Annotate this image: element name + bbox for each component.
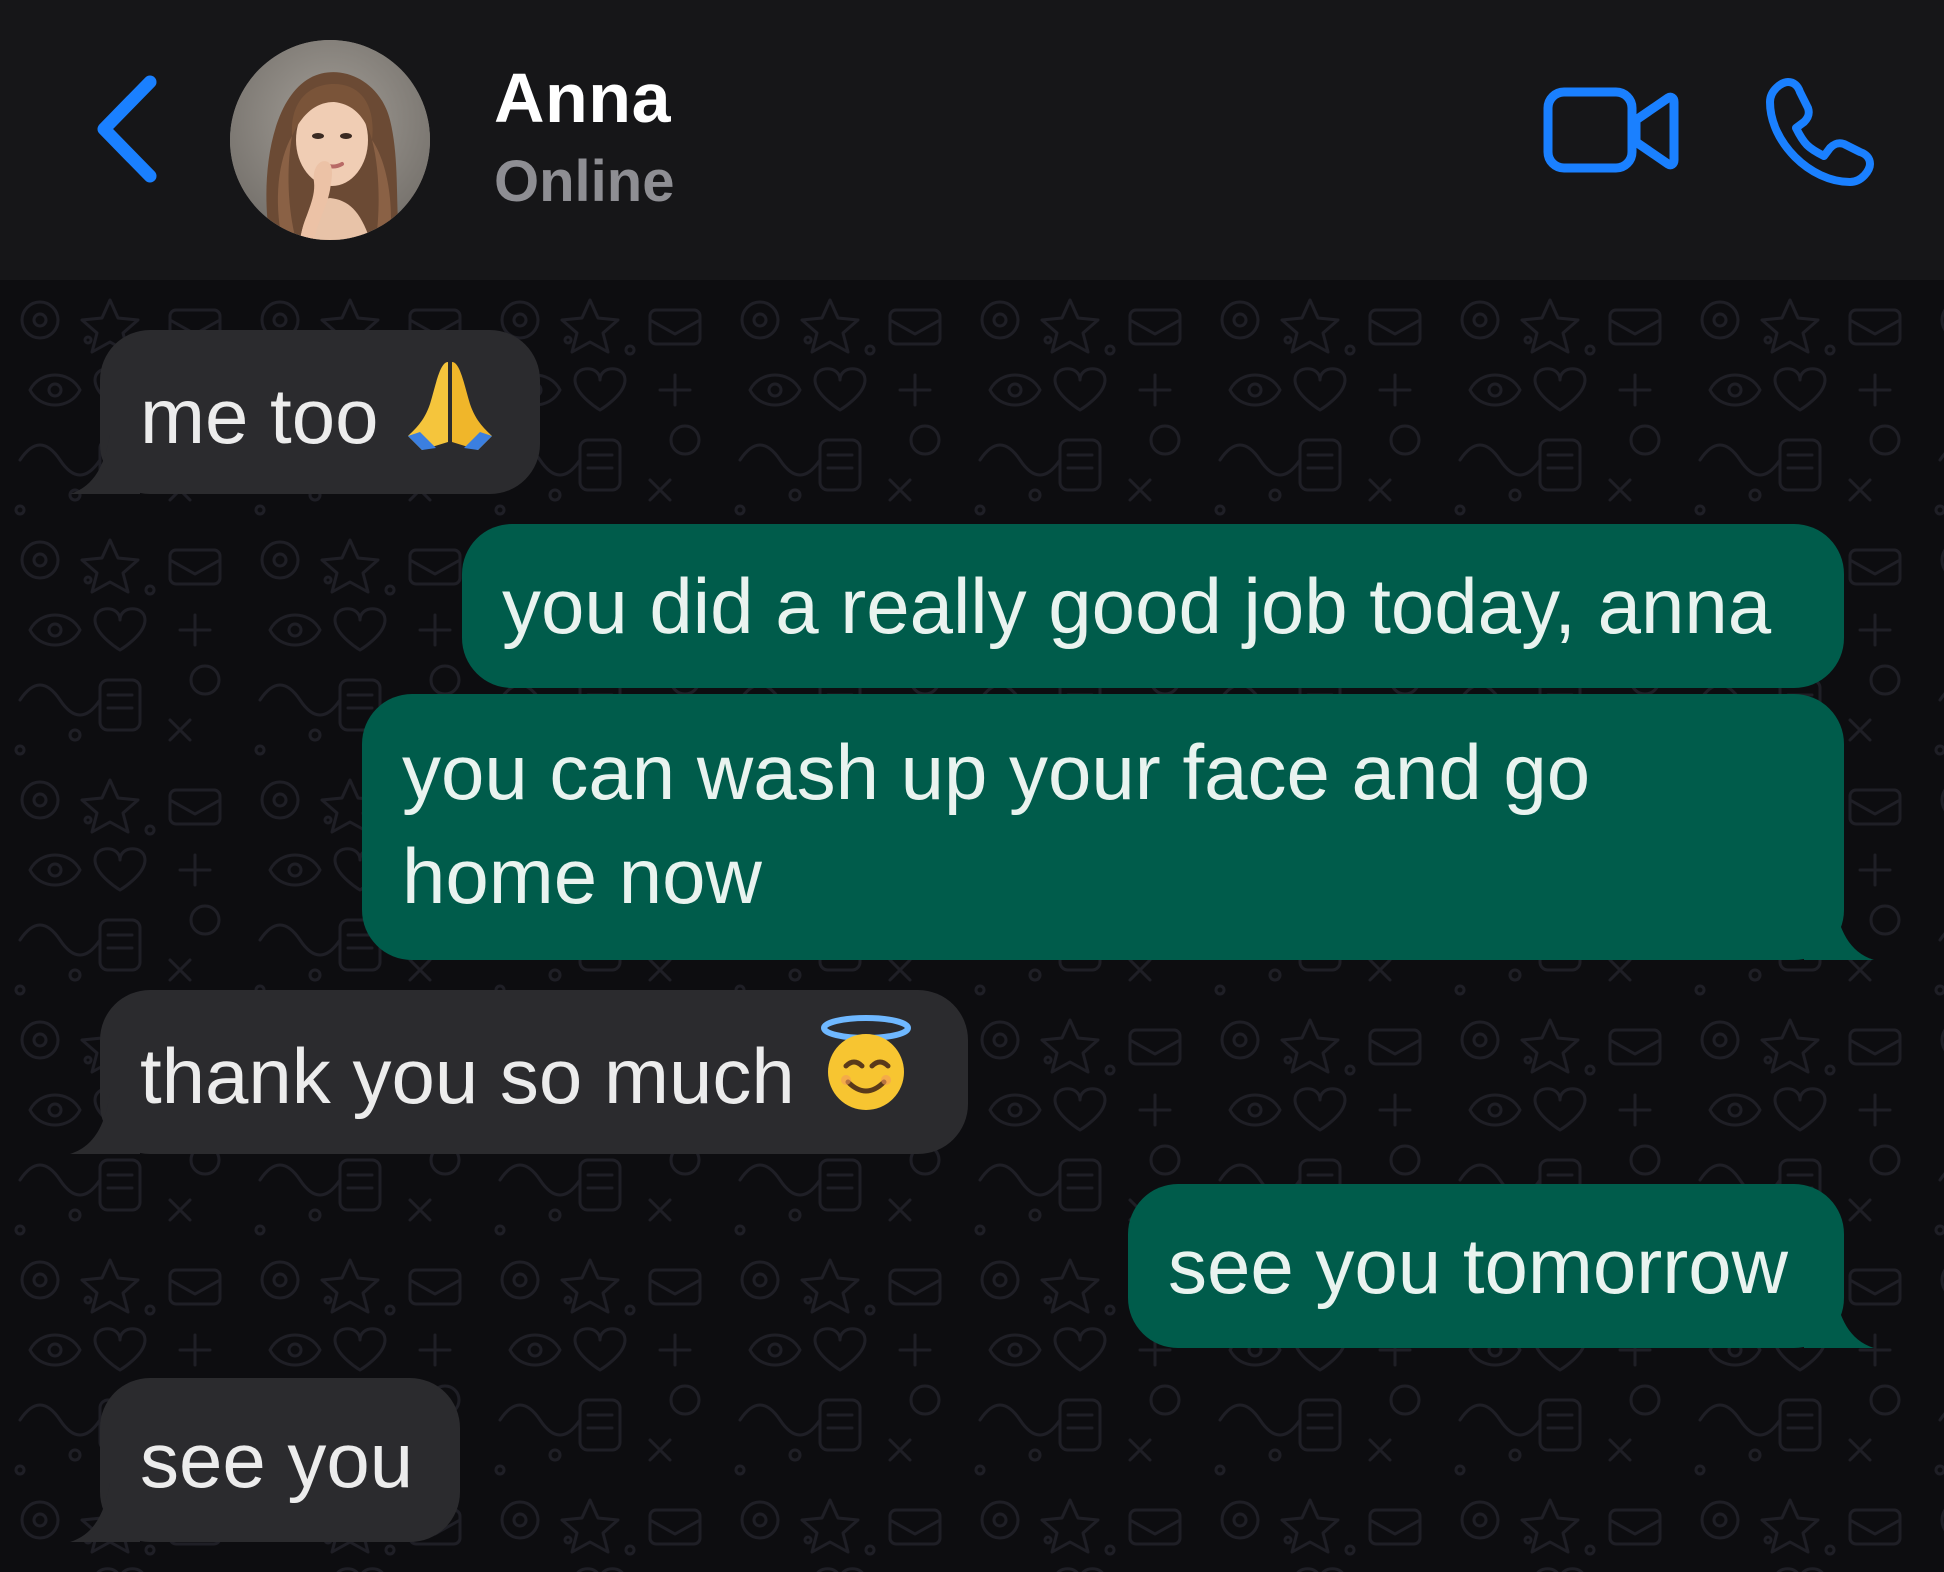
message-text: you did a really good job today, anna bbox=[502, 562, 1772, 650]
smiling-face-with-halo-emoji bbox=[816, 1014, 916, 1139]
chat-screen: Anna Online me too you did a really good… bbox=[0, 0, 1944, 1572]
chat-header: Anna Online bbox=[0, 0, 1944, 280]
message-text: me too bbox=[140, 372, 379, 461]
message-text: see you bbox=[140, 1416, 414, 1504]
outgoing-message[interactable]: you can wash up your face and go home no… bbox=[362, 694, 1874, 960]
outgoing-message[interactable]: you did a really good job today, anna bbox=[462, 524, 1844, 688]
phone-icon bbox=[1766, 78, 1874, 186]
message-text-line1: you can wash up your face and go bbox=[402, 728, 1591, 816]
outgoing-message[interactable]: see you tomorrow bbox=[1128, 1184, 1874, 1348]
incoming-message[interactable]: thank you so much bbox=[70, 990, 968, 1154]
video-camera-icon bbox=[1543, 87, 1679, 173]
chevron-left-icon bbox=[97, 75, 157, 183]
video-call-button[interactable] bbox=[1540, 82, 1680, 182]
back-button[interactable] bbox=[92, 74, 162, 184]
message-text-line2: home now bbox=[402, 832, 762, 920]
message-text: thank you so much bbox=[140, 1032, 795, 1121]
incoming-message[interactable]: me too bbox=[70, 330, 540, 494]
message-list[interactable]: me too you did a really good job today, … bbox=[0, 280, 1944, 1572]
folded-hands-emoji bbox=[400, 354, 500, 479]
voice-call-button[interactable] bbox=[1760, 72, 1880, 192]
message-text: see you tomorrow bbox=[1168, 1222, 1788, 1310]
contact-name[interactable]: Anna bbox=[494, 58, 671, 138]
contact-status: Online bbox=[494, 149, 675, 214]
incoming-message[interactable]: see you bbox=[70, 1378, 460, 1542]
avatar[interactable] bbox=[230, 40, 430, 240]
